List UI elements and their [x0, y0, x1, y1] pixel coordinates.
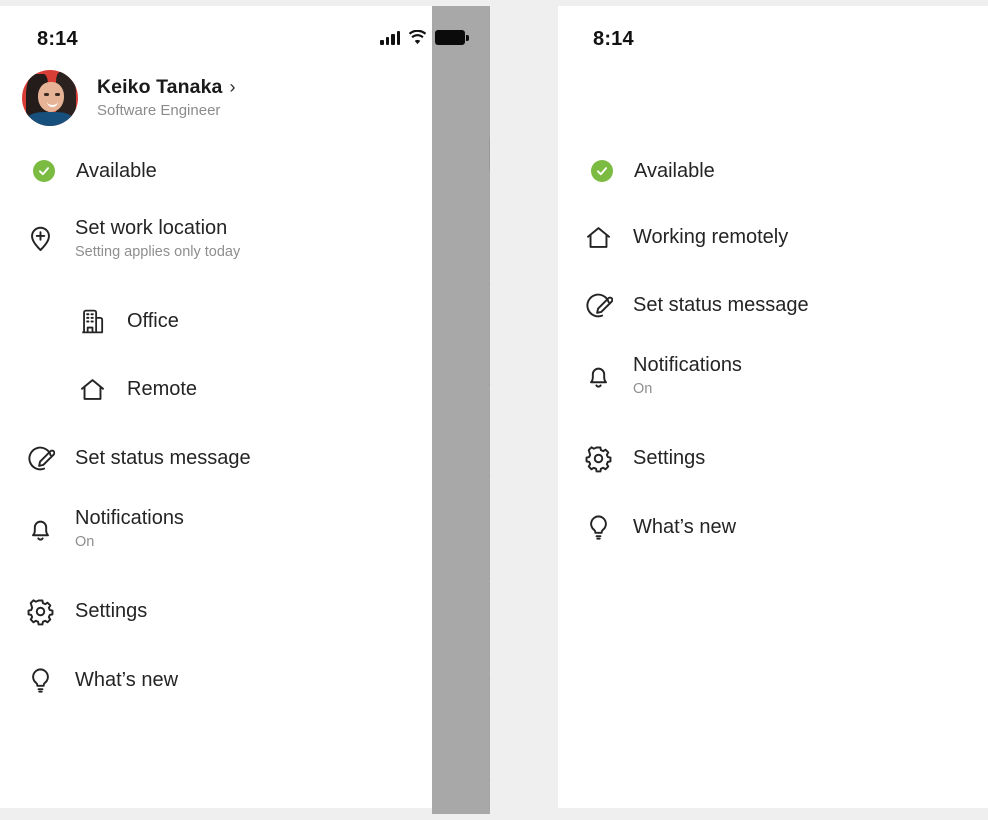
- profile-name: Keiko Tanaka: [97, 76, 222, 98]
- profile-name-row: Keiko Tanaka ›: [97, 76, 236, 98]
- menu-item-office[interactable]: Office: [75, 304, 179, 338]
- menu-item-text: Notifications On: [75, 506, 184, 551]
- bell-icon: [581, 359, 615, 393]
- menu-item-text: Set status message: [75, 446, 251, 470]
- menu-item-text: Office: [127, 309, 179, 333]
- lightbulb-icon: [581, 510, 615, 544]
- status-bar-time: 8:14: [593, 28, 634, 51]
- menu-item-sublabel: On: [75, 534, 184, 551]
- status-bar-left: 8:14: [0, 6, 489, 58]
- menu-item-whats-new[interactable]: What’s new: [581, 510, 736, 544]
- menu-item-label: What’s new: [633, 516, 736, 538]
- menu-item-available[interactable]: Available: [27, 154, 157, 188]
- menu-item-notifications[interactable]: Notifications On: [581, 353, 742, 398]
- home-icon: [581, 220, 615, 254]
- menu-item-label: Working remotely: [633, 226, 788, 248]
- menu-item-text: Set status message: [633, 293, 809, 317]
- menu-item-label: Settings: [75, 600, 147, 622]
- menu-item-notifications[interactable]: Notifications On: [23, 506, 184, 551]
- background-chat-strip: 5 PM se… 0 AM al. erday sday nday 5/20: [432, 6, 490, 814]
- menu-item-text: Available: [634, 159, 715, 183]
- menu-item-sublabel: On: [633, 381, 742, 398]
- edit-pencil-circle-icon: [23, 441, 57, 475]
- menu-item-text: Settings: [633, 446, 705, 470]
- gear-icon: [23, 594, 57, 628]
- menu-item-label: Office: [127, 310, 179, 332]
- menu-item-label: What’s new: [75, 669, 178, 691]
- menu-item-label: Set status message: [633, 294, 809, 316]
- menu-item-remote[interactable]: Remote: [75, 372, 197, 406]
- building-icon: [75, 304, 109, 338]
- menu-item-available[interactable]: Available: [585, 154, 715, 188]
- menu-item-text: Settings: [75, 599, 147, 623]
- menu-item-whats-new[interactable]: What’s new: [23, 663, 178, 697]
- bell-icon: [23, 512, 57, 546]
- menu-item-label: Notifications: [75, 507, 184, 529]
- wifi-icon: [407, 30, 428, 45]
- status-bar-time: 8:14: [37, 28, 78, 51]
- menu-item-text: Working remotely: [633, 225, 788, 249]
- check-circle-icon: [27, 154, 61, 188]
- menu-item-set-work-location[interactable]: Set work location Setting applies only t…: [23, 216, 240, 261]
- menu-item-set-status-message[interactable]: Set status message: [23, 441, 251, 475]
- lightbulb-icon: [23, 663, 57, 697]
- left-panel: 8:14: [0, 6, 489, 808]
- screenshot-stage: 5 PM se… 0 AM al. erday sday nday 5/20 8…: [0, 0, 988, 820]
- profile-header-left[interactable]: Keiko Tanaka › Software Engineer: [22, 70, 236, 126]
- profile-role: Software Engineer: [97, 102, 236, 120]
- avatar[interactable]: [22, 70, 78, 126]
- menu-item-working-remotely[interactable]: Working remotely: [581, 220, 788, 254]
- menu-item-label: Notifications: [633, 354, 742, 376]
- location-pin-plus-icon: [23, 222, 57, 256]
- signal-bars-icon: [380, 30, 400, 45]
- menu-item-label: Remote: [127, 378, 197, 400]
- menu-item-settings[interactable]: Settings: [581, 441, 705, 475]
- menu-item-text: Available: [76, 159, 157, 183]
- menu-item-set-status-message[interactable]: Set status message: [581, 288, 809, 322]
- menu-item-label: Available: [634, 160, 715, 182]
- menu-item-label: Set status message: [75, 447, 251, 469]
- status-bar-right: 8:14: [558, 6, 988, 58]
- profile-text: Keiko Tanaka › Software Engineer: [97, 76, 236, 120]
- edit-pencil-circle-icon: [581, 288, 615, 322]
- menu-item-text: What’s new: [633, 515, 736, 539]
- menu-item-label: Available: [76, 160, 157, 182]
- right-panel: 8:14 Keiko Tanaka: [558, 6, 988, 808]
- chevron-right-icon[interactable]: ›: [229, 77, 235, 98]
- menu-item-label: Settings: [633, 447, 705, 469]
- menu-item-text: Notifications On: [633, 353, 742, 398]
- gear-icon: [581, 441, 615, 475]
- menu-item-text: Remote: [127, 377, 197, 401]
- menu-item-text: Set work location Setting applies only t…: [75, 216, 240, 261]
- menu-item-settings[interactable]: Settings: [23, 594, 147, 628]
- scrim-overlay[interactable]: [432, 6, 490, 814]
- menu-item-text: What’s new: [75, 668, 178, 692]
- check-circle-icon: [585, 154, 619, 188]
- home-icon: [75, 372, 109, 406]
- menu-item-sublabel: Setting applies only today: [75, 244, 240, 261]
- menu-item-label: Set work location: [75, 217, 227, 239]
